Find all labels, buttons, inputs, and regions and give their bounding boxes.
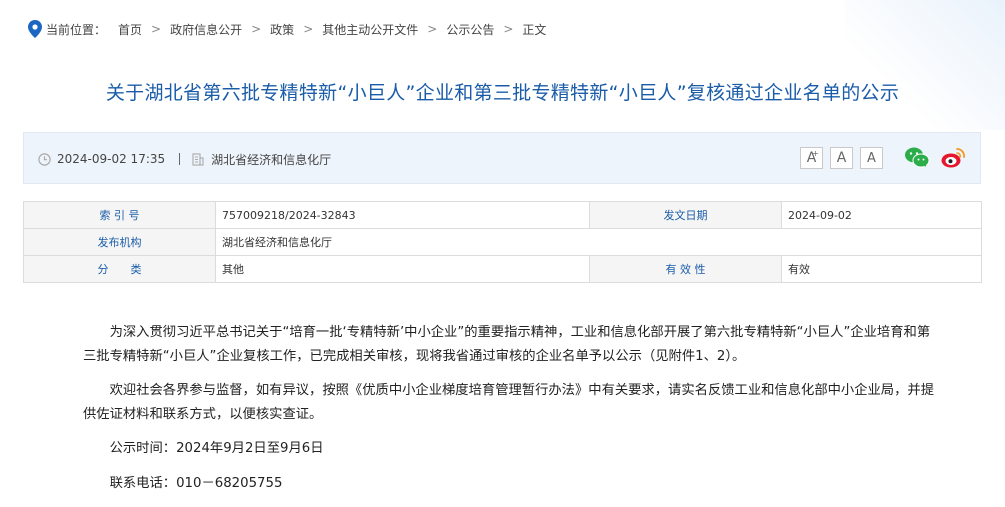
publicity-period: 公示时间：2024年9月2日至9月6日: [109, 441, 324, 456]
table-row: 索 引 号 757009218/2024-32843 发文日期 2024-09-…: [23, 201, 982, 229]
breadcrumb-home-link[interactable]: 首页: [118, 21, 142, 38]
wechat-share-icon[interactable]: [904, 145, 930, 171]
issue-date-value: 2024-09-02: [781, 201, 982, 229]
document-info-table: 索 引 号 757009218/2024-32843 发文日期 2024-09-…: [23, 201, 982, 283]
building-icon: [192, 152, 204, 166]
category-label: 分 类: [23, 255, 216, 283]
article-body: 为深入贯彻习近平总书记关于“培育一批‘专精特新’中小企业”的重要指示精神，工业和…: [83, 321, 943, 507]
breadcrumb-label: 当前位置：: [46, 22, 107, 37]
meta-divider: [179, 153, 181, 165]
publishing-org-value: 湖北省经济和信息化厅: [215, 228, 982, 256]
table-row: 分 类 其他 有 效 性 有效: [23, 255, 982, 283]
breadcrumb-gov-info-link[interactable]: 政府信息公开: [170, 21, 242, 38]
breadcrumb: 当前位置： 首页 > 政府信息公开 > 政策 > 其他主动公开文件 > 公示公告…: [28, 19, 546, 39]
validity-label: 有 效 性: [589, 255, 782, 283]
article-meta-bar: 2024-09-02 17:35 湖北省经济和信息化厅 A + A A: [23, 132, 981, 184]
publishing-org-label: 发布机构: [23, 228, 216, 256]
issue-date-label: 发文日期: [589, 201, 782, 229]
font-increase-button[interactable]: A +: [800, 147, 823, 169]
breadcrumb-separator: >: [251, 22, 262, 36]
font-reset-button[interactable]: A: [830, 147, 853, 169]
breadcrumb-separator: >: [427, 22, 438, 36]
breadcrumb-current: 正文: [522, 22, 547, 37]
publish-date: 2024-09-02 17:35: [57, 152, 166, 166]
breadcrumb-announcements-link[interactable]: 公示公告: [446, 21, 494, 38]
clock-icon: [38, 152, 51, 166]
index-number-label: 索 引 号: [23, 201, 216, 229]
publisher-source: 湖北省经济和信息化厅: [211, 152, 332, 167]
header-background-decoration: [845, 0, 1005, 130]
index-number-value: 757009218/2024-32843: [215, 201, 590, 229]
validity-value: 有效: [781, 255, 982, 283]
contact-phone: 联系电话：010－68205755: [109, 476, 283, 491]
breadcrumb-separator: >: [503, 22, 514, 36]
table-row: 发布机构 湖北省经济和信息化厅: [23, 228, 982, 256]
body-paragraph-supervision: 欢迎社会各界参与监督，如有异议，按照《优质中小企业梯度培育管理暂行办法》中有关要…: [83, 383, 934, 422]
breadcrumb-separator: >: [151, 22, 162, 36]
font-decrease-button[interactable]: A: [860, 147, 883, 169]
breadcrumb-separator: >: [303, 22, 314, 36]
weibo-share-icon[interactable]: [940, 145, 966, 171]
page-title: 关于湖北省第六批专精特新“小巨人”企业和第三批专精特新“小巨人”复核通过企业名单…: [105, 82, 900, 104]
share-buttons: [904, 145, 966, 171]
breadcrumb-policy-link[interactable]: 政策: [270, 21, 294, 38]
breadcrumb-other-docs-link[interactable]: 其他主动公开文件: [322, 21, 418, 38]
location-pin-icon: [28, 20, 42, 38]
body-paragraph-intro: 为深入贯彻习近平总书记关于“培育一批‘专精特新’中小企业”的重要指示精神，工业和…: [83, 325, 931, 364]
font-size-controls: A + A A: [800, 147, 883, 169]
category-value: 其他: [215, 255, 590, 283]
